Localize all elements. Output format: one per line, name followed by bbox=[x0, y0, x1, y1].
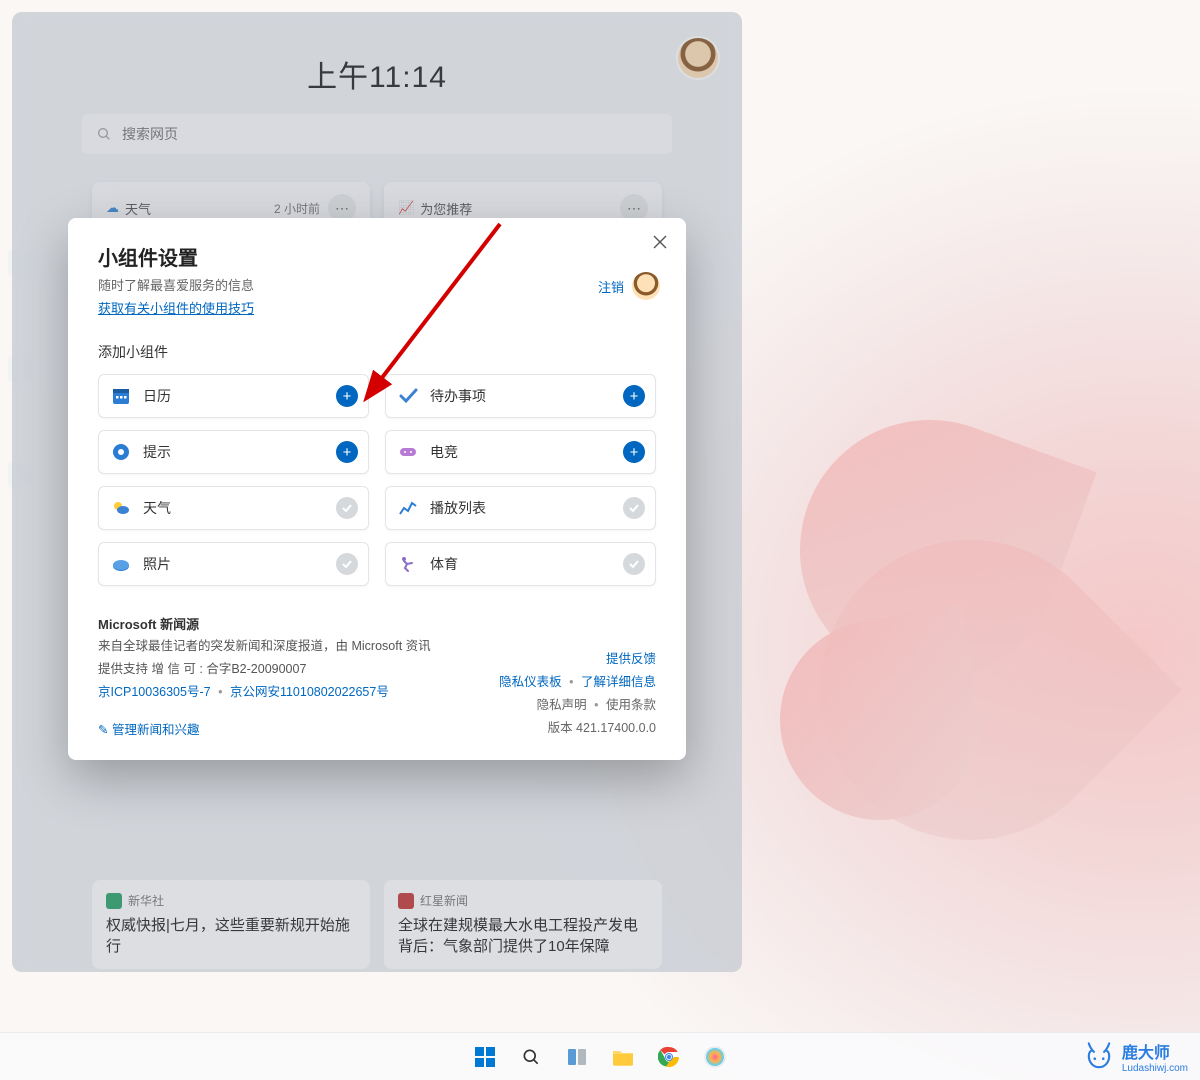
tile-sports[interactable]: 体育 bbox=[385, 542, 656, 586]
add-plus-icon[interactable]: + bbox=[623, 385, 645, 407]
watermark: 鹿大师 Ludashiwj.com bbox=[1082, 1039, 1188, 1074]
newsfeed-heading: Microsoft 新闻源 bbox=[98, 617, 199, 632]
add-widgets-heading: 添加小组件 bbox=[98, 342, 656, 362]
terms: 使用条款 bbox=[606, 698, 656, 712]
file-explorer-icon[interactable] bbox=[603, 1037, 643, 1077]
taskbar-search-icon[interactable] bbox=[511, 1037, 551, 1077]
tile-label: 体育 bbox=[430, 554, 623, 574]
pencil-icon: ✎ bbox=[98, 723, 108, 737]
tile-label: 提示 bbox=[143, 442, 336, 462]
tile-calendar[interactable]: 日历 + bbox=[98, 374, 369, 418]
modal-avatar[interactable] bbox=[632, 272, 660, 300]
added-check-icon bbox=[336, 553, 358, 575]
tile-label: 日历 bbox=[143, 386, 336, 406]
tips-link[interactable]: 获取有关小组件的使用技巧 bbox=[98, 298, 254, 317]
tile-label: 电竞 bbox=[430, 442, 623, 462]
add-plus-icon[interactable]: + bbox=[336, 441, 358, 463]
widget-tiles-grid: 日历 + 待办事项 + 提示 + 电竞 + 天气 播放列表 照片 体育 bbox=[98, 374, 656, 586]
tile-tips[interactable]: 提示 + bbox=[98, 430, 369, 474]
modal-title: 小组件设置 bbox=[98, 242, 656, 271]
learn-more-link[interactable]: 了解详细信息 bbox=[581, 675, 656, 689]
browser-icon[interactable] bbox=[695, 1037, 735, 1077]
tile-label: 播放列表 bbox=[430, 498, 623, 518]
esports-icon bbox=[396, 440, 420, 464]
version-label: 版本 421.17400.0.0 bbox=[499, 717, 656, 736]
chrome-icon[interactable] bbox=[649, 1037, 689, 1077]
add-plus-icon[interactable]: + bbox=[336, 385, 358, 407]
manage-news-link[interactable]: 管理新闻和兴趣 bbox=[112, 723, 200, 737]
tile-label: 天气 bbox=[143, 498, 336, 518]
tile-esports[interactable]: 电竞 + bbox=[385, 430, 656, 474]
icp-link-1[interactable]: 京ICP10036305号-7 bbox=[98, 685, 211, 699]
start-button[interactable] bbox=[465, 1037, 505, 1077]
privacy-stmt: 隐私声明 bbox=[537, 698, 587, 712]
feedback-link[interactable]: 提供反馈 bbox=[606, 652, 656, 666]
widget-settings-modal: 注销 小组件设置 随时了解最喜爱服务的信息 获取有关小组件的使用技巧 添加小组件… bbox=[68, 218, 686, 760]
todo-icon bbox=[396, 384, 420, 408]
weather-icon bbox=[109, 496, 133, 520]
tile-label: 待办事项 bbox=[430, 386, 623, 406]
close-button[interactable] bbox=[648, 230, 672, 254]
added-check-icon bbox=[336, 497, 358, 519]
added-check-icon bbox=[623, 497, 645, 519]
icp-link-2[interactable]: 京公网安11010802022657号 bbox=[230, 685, 389, 699]
tips-icon bbox=[109, 440, 133, 464]
modal-footer: Microsoft 新闻源 来自全球最佳记者的突发新闻和深度报道，由 Micro… bbox=[98, 614, 656, 738]
added-check-icon bbox=[623, 553, 645, 575]
watchlist-icon bbox=[396, 496, 420, 520]
tile-label: 照片 bbox=[143, 554, 336, 574]
sports-icon bbox=[396, 552, 420, 576]
add-plus-icon[interactable]: + bbox=[623, 441, 645, 463]
photos-icon bbox=[109, 552, 133, 576]
tile-weather[interactable]: 天气 bbox=[98, 486, 369, 530]
calendar-icon bbox=[109, 384, 133, 408]
tile-watchlist[interactable]: 播放列表 bbox=[385, 486, 656, 530]
modal-subtitle: 随时了解最喜爱服务的信息 bbox=[98, 275, 656, 294]
privacy-dash-link[interactable]: 隐私仪表板 bbox=[499, 675, 562, 689]
task-view-icon[interactable] bbox=[557, 1037, 597, 1077]
signout-link[interactable]: 注销 bbox=[598, 277, 624, 296]
tile-todo[interactable]: 待办事项 + bbox=[385, 374, 656, 418]
taskbar: 鹿大师 Ludashiwj.com bbox=[0, 1032, 1200, 1080]
deer-icon bbox=[1082, 1040, 1116, 1074]
tile-photos[interactable]: 照片 bbox=[98, 542, 369, 586]
